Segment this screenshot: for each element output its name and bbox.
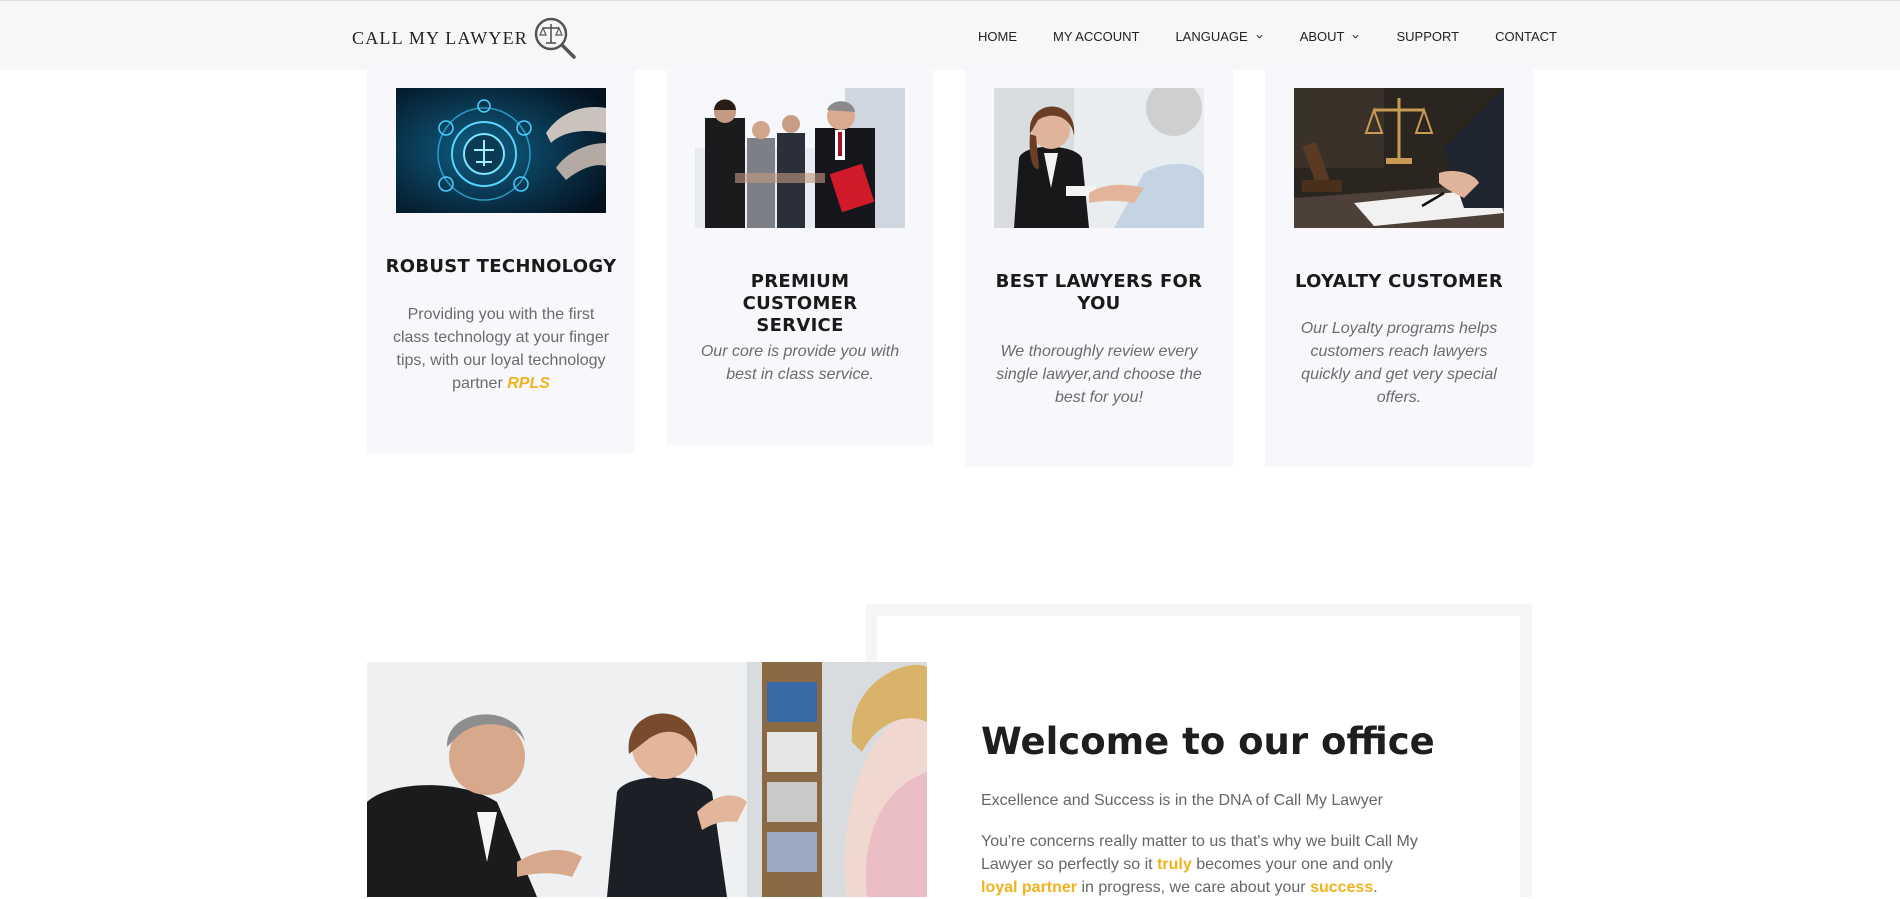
technology-title: ROBUST TECHNOLOGY	[385, 256, 617, 277]
office-body-part: becomes your one and only	[1196, 856, 1393, 873]
nav-home-label: HOME	[978, 29, 1017, 44]
logo-text: CALL MY LAWYER	[352, 27, 529, 48]
chevron-down-icon	[1352, 34, 1360, 39]
nav-home[interactable]: HOME	[978, 29, 1017, 44]
feature-card-service: PREMIUM CUSTOMER SERVICE Our core is pro…	[666, 70, 934, 445]
nav-language[interactable]: LANGUAGE	[1175, 29, 1263, 44]
nav-support-label: SUPPORT	[1396, 29, 1460, 44]
technology-image	[396, 88, 606, 213]
service-text: Our core is provide you with best in cla…	[700, 343, 900, 383]
site-logo[interactable]: CALL MY LAWYER	[352, 15, 578, 61]
feature-card-technology: ROBUST TECHNOLOGY Providing you with the…	[367, 70, 635, 453]
nav-my-account[interactable]: MY ACCOUNT	[1053, 29, 1139, 44]
rpls-link[interactable]: RPLS	[507, 375, 550, 392]
office-body-part: in progress, we care about your	[1081, 879, 1306, 896]
lawyers-title: BEST LAWYERS FOR YOU	[995, 271, 1203, 314]
lawyers-image	[994, 88, 1204, 228]
service-title: PREMIUM CUSTOMER SERVICE	[742, 271, 858, 336]
loyalty-title: LOYALTY CUSTOMER	[1294, 271, 1504, 292]
technology-text: Providing you with the first class techn…	[391, 303, 611, 395]
nav-about-label: ABOUT	[1299, 29, 1345, 44]
office-title: Welcome to our office	[981, 720, 1435, 763]
chevron-down-icon	[1256, 34, 1263, 39]
feature-card-lawyers: BEST LAWYERS FOR YOU We thoroughly revie…	[965, 70, 1233, 467]
service-image	[695, 88, 905, 228]
nav-about[interactable]: ABOUT	[1300, 29, 1361, 44]
lawyers-text: We thoroughly review every single lawyer…	[996, 343, 1202, 406]
office-body-text: You're concerns really matter to us that…	[981, 830, 1421, 899]
nav-my-account-label: MY ACCOUNT	[1053, 29, 1140, 44]
nav-contact[interactable]: CONTACT	[1495, 29, 1557, 44]
nav-contact-label: CONTACT	[1495, 29, 1557, 44]
loyalty-image	[1294, 88, 1504, 228]
office-highlight-truly: truly	[1157, 856, 1192, 873]
office-subtitle: Excellence and Success is in the DNA of …	[981, 792, 1383, 809]
main-nav: HOME MY ACCOUNT LANGUAGE ABOUT SUPPORT C…	[978, 29, 1557, 44]
loyalty-text: Our Loyalty programs helps customers rea…	[1300, 320, 1498, 406]
site-header: CALL MY LAWYER HOME MY ACCOUNT LANGUAGE …	[0, 0, 1900, 70]
scales-magnifier-icon	[534, 17, 576, 59]
technology-text-body: Providing you with the first class techn…	[392, 306, 610, 392]
office-highlight-loyal-partner: loyal partner	[981, 879, 1078, 896]
nav-language-label: LANGUAGE	[1175, 29, 1248, 44]
office-image	[367, 662, 927, 897]
office-body-part: .	[1373, 879, 1378, 896]
office-highlight-success: success	[1310, 879, 1374, 896]
feature-card-loyalty: LOYALTY CUSTOMER Our Loyalty programs he…	[1265, 70, 1533, 467]
nav-support[interactable]: SUPPORT	[1396, 29, 1459, 44]
